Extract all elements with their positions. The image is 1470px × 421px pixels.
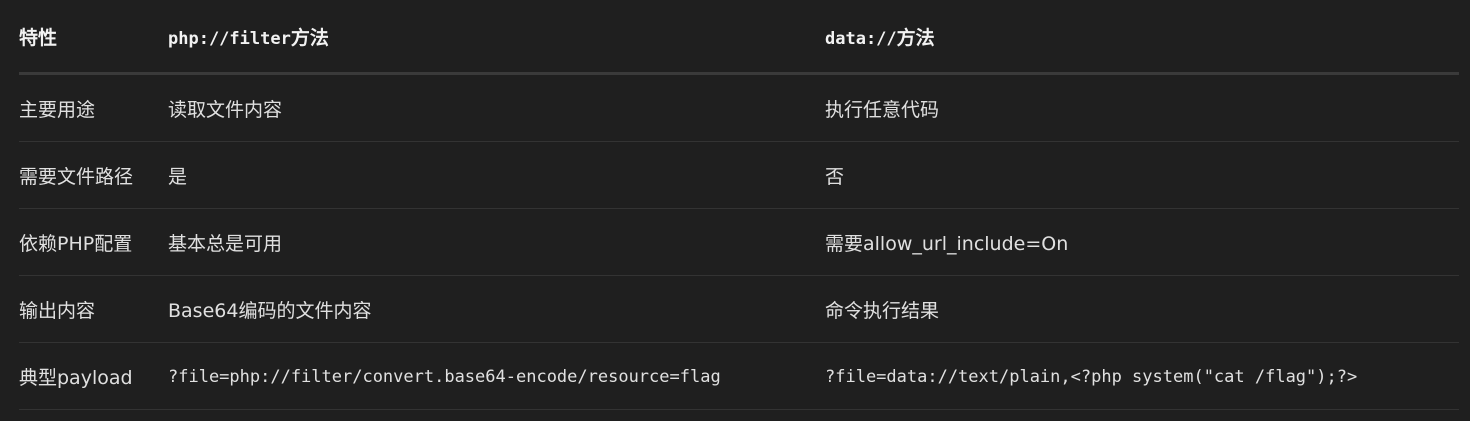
row-label: 主要用途	[19, 73, 168, 142]
row-data-value: 否	[825, 141, 1459, 209]
table-row: 依赖PHP配置 基本总是可用 需要allow_url_include=On	[19, 208, 1459, 276]
table-row: 需要文件路径 是 否	[19, 141, 1459, 209]
header-data-suffix: 方法	[896, 26, 935, 49]
header-php-filter-suffix: 方法	[290, 26, 329, 49]
table-row: 输出内容 Base64编码的文件内容 命令执行结果	[19, 275, 1459, 343]
row-php-filter-value: 是	[168, 141, 825, 209]
row-php-filter-value: 读取文件内容	[168, 73, 825, 142]
row-label: 输出内容	[19, 275, 168, 343]
row-label: 依赖PHP配置	[19, 208, 168, 276]
table-row: 主要用途 读取文件内容 执行任意代码	[19, 73, 1459, 142]
header-feature: 特性	[19, 0, 168, 75]
header-data-code: data://	[825, 28, 897, 49]
data-payload-code: ?file=data://text/plain,<?php system("ca…	[825, 367, 1358, 387]
table-row: 典型payload ?file=php://filter/convert.bas…	[19, 342, 1459, 410]
comparison-table: 特性 php://filter方法 data://方法 主要用途 读取文件内容 …	[19, 0, 1459, 410]
row-php-filter-value: 基本总是可用	[168, 208, 825, 276]
header-php-filter-code: php://filter	[168, 28, 291, 49]
header-php-filter: php://filter方法	[168, 0, 825, 75]
comparison-table-container: 特性 php://filter方法 data://方法 主要用途 读取文件内容 …	[19, 0, 1459, 410]
row-label: 需要文件路径	[19, 141, 168, 209]
php-filter-payload-code: ?file=php://filter/convert.base64-encode…	[168, 367, 721, 387]
row-php-filter-payload: ?file=php://filter/convert.base64-encode…	[168, 342, 825, 410]
row-php-filter-value: Base64编码的文件内容	[168, 275, 825, 343]
row-data-value: 需要allow_url_include=On	[825, 208, 1459, 276]
row-data-value: 命令执行结果	[825, 275, 1459, 343]
row-data-value: 执行任意代码	[825, 73, 1459, 142]
header-data: data://方法	[825, 0, 1459, 75]
table-header-row: 特性 php://filter方法 data://方法	[19, 0, 1459, 75]
row-data-payload: ?file=data://text/plain,<?php system("ca…	[825, 342, 1459, 410]
row-label: 典型payload	[19, 342, 168, 410]
